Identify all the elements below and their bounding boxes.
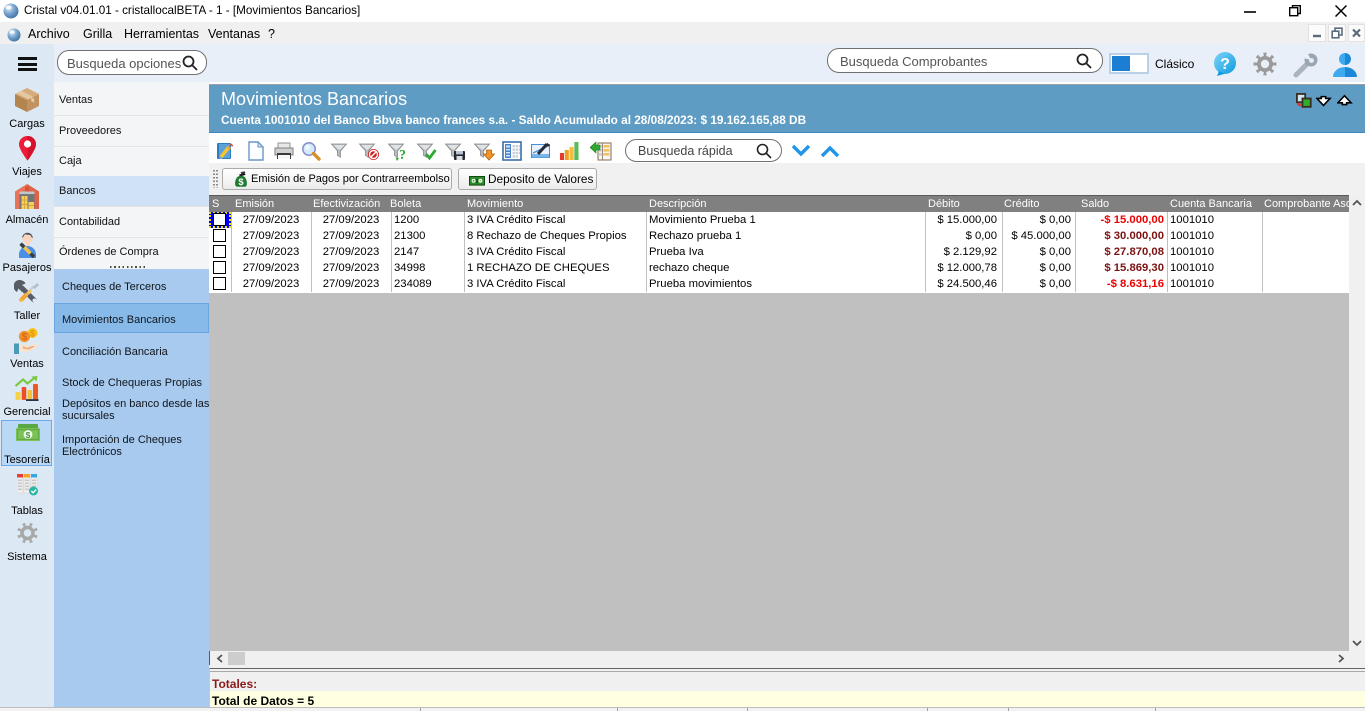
svg-text:?: ? — [1220, 56, 1230, 73]
svg-text:$: $ — [26, 430, 31, 440]
svg-text:$: $ — [30, 328, 35, 338]
svg-text:$: $ — [238, 177, 244, 188]
svg-text:$: $ — [22, 332, 28, 343]
svg-text:?: ? — [399, 148, 406, 161]
